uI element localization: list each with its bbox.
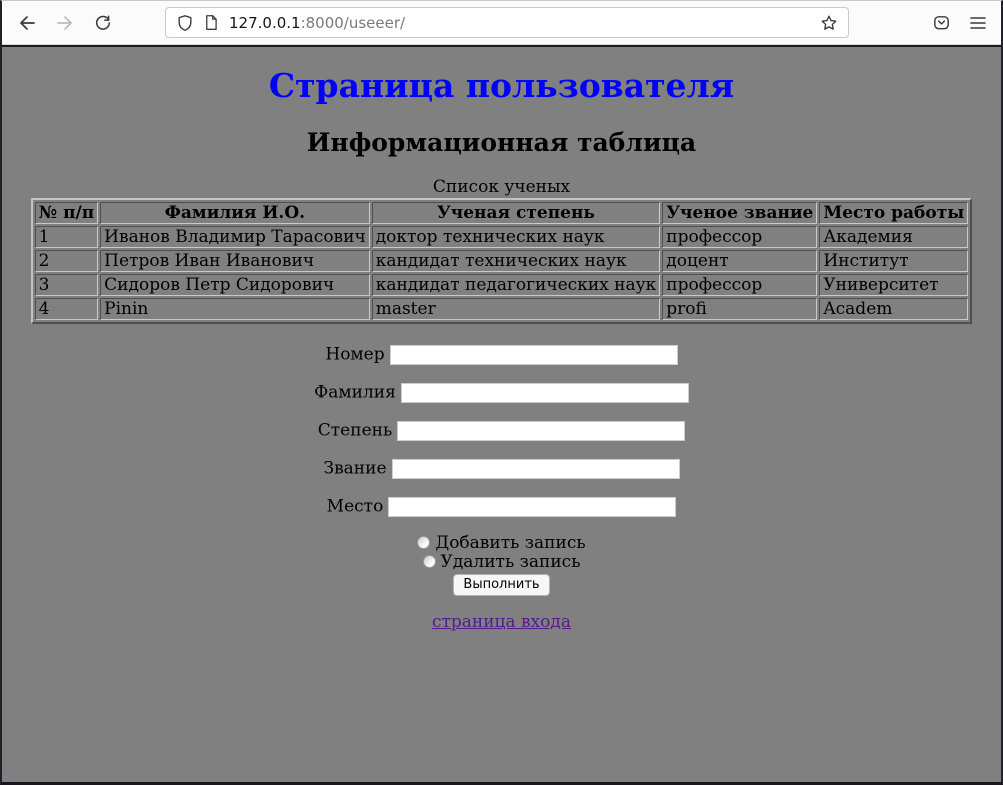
- table-caption: Список ученых: [2, 177, 1001, 197]
- column-header: Ученое звание: [662, 202, 817, 224]
- forward-button[interactable]: [50, 8, 80, 38]
- number-label: Номер: [325, 345, 384, 365]
- table-row: 1 Иванов Владимир Тарасович доктор техни…: [35, 226, 969, 248]
- url-text: 127.0.0.1:8000/useeer/: [229, 14, 405, 32]
- record-form: Номер Фамилия Степень Звание Место Добав…: [2, 344, 1001, 596]
- delete-record-label: Удалить запись: [441, 552, 581, 572]
- browser-toolbar: 127.0.0.1:8000/useeer/: [2, 1, 1001, 45]
- scientists-table: № п/п Фамилия И.О. Ученая степень Ученое…: [31, 198, 973, 324]
- field-row-surname: Фамилия: [2, 382, 1001, 402]
- cell-degree: кандидат педагогических наук: [372, 274, 661, 296]
- add-record-label: Добавить запись: [435, 533, 585, 553]
- reload-icon: [94, 14, 112, 32]
- field-row-rank: Звание: [2, 458, 1001, 478]
- field-row-place: Место: [2, 496, 1001, 516]
- cell-workplace: Академия: [819, 226, 968, 248]
- cell-name: Петров Иван Иванович: [100, 250, 370, 272]
- column-header: Ученая степень: [372, 202, 661, 224]
- toolbar-right-icons: [932, 13, 987, 32]
- url-path: :8000/useeer/: [301, 14, 406, 32]
- cell-number: 3: [35, 274, 99, 296]
- surname-input[interactable]: [401, 383, 689, 403]
- cell-workplace: Институт: [819, 250, 968, 272]
- bookmark-star-button[interactable]: [820, 14, 838, 32]
- cell-workplace: Academ: [819, 298, 968, 320]
- page-content: Страница пользователя Информационная таб…: [2, 47, 1001, 781]
- page-info-icon[interactable]: [203, 14, 219, 31]
- cell-name: Сидоров Петр Сидорович: [100, 274, 370, 296]
- cell-number: 4: [35, 298, 99, 320]
- url-bar[interactable]: 127.0.0.1:8000/useeer/: [165, 7, 849, 38]
- pocket-button[interactable]: [932, 13, 951, 32]
- browser-window: 127.0.0.1:8000/useeer/ Стр: [0, 0, 1003, 785]
- column-header: Место работы: [819, 202, 968, 224]
- back-button[interactable]: [12, 8, 42, 38]
- surname-label: Фамилия: [314, 383, 396, 403]
- table-header-row: № п/п Фамилия И.О. Ученая степень Ученое…: [35, 202, 969, 224]
- cell-rank: доцент: [662, 250, 817, 272]
- shield-icon[interactable]: [176, 14, 194, 32]
- cell-name: Pinin: [100, 298, 370, 320]
- cell-number: 2: [35, 250, 99, 272]
- cell-rank: profi: [662, 298, 817, 320]
- add-record-radio[interactable]: [417, 536, 430, 549]
- table-row: 4 Pinin master profi Academ: [35, 298, 969, 320]
- cell-rank: профессор: [662, 274, 817, 296]
- login-page-link[interactable]: страница входа: [432, 612, 571, 632]
- hamburger-menu-button[interactable]: [969, 15, 987, 31]
- url-host: 127.0.0.1: [229, 14, 301, 32]
- cell-rank: профессор: [662, 226, 817, 248]
- cell-name: Иванов Владимир Тарасович: [100, 226, 370, 248]
- cell-number: 1: [35, 226, 99, 248]
- column-header: № п/п: [35, 202, 99, 224]
- place-input[interactable]: [388, 497, 676, 517]
- table-row: 3 Сидоров Петр Сидорович кандидат педаго…: [35, 274, 969, 296]
- cell-workplace: Университет: [819, 274, 968, 296]
- rank-label: Звание: [323, 459, 386, 479]
- cell-degree: master: [372, 298, 661, 320]
- table-row: 2 Петров Иван Иванович кандидат техничес…: [35, 250, 969, 272]
- execute-button[interactable]: Выполнить: [453, 574, 549, 596]
- cell-degree: доктор технических наук: [372, 226, 661, 248]
- field-row-degree: Степень: [2, 420, 1001, 440]
- column-header: Фамилия И.О.: [100, 202, 370, 224]
- forward-arrow-icon: [55, 13, 75, 33]
- field-row-number: Номер: [2, 344, 1001, 364]
- radio-row-add: Добавить запись: [2, 534, 1001, 553]
- cell-degree: кандидат технических наук: [372, 250, 661, 272]
- back-arrow-icon: [17, 13, 37, 33]
- degree-label: Степень: [318, 421, 392, 441]
- submit-row: Выполнить: [2, 572, 1001, 596]
- degree-input[interactable]: [397, 421, 685, 441]
- page-title: Страница пользователя: [2, 68, 1001, 104]
- radio-row-delete: Удалить запись: [2, 553, 1001, 572]
- number-input[interactable]: [390, 345, 678, 365]
- delete-record-radio[interactable]: [423, 555, 436, 568]
- reload-button[interactable]: [88, 8, 118, 38]
- rank-input[interactable]: [392, 459, 680, 479]
- place-label: Место: [327, 497, 384, 517]
- section-title: Информационная таблица: [2, 128, 1001, 157]
